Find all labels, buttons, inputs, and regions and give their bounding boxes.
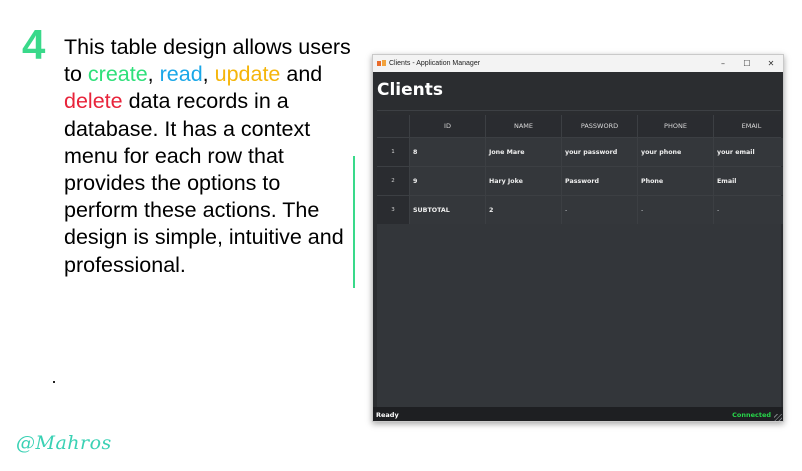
window-titlebar[interactable]: Clients - Application Manager – ☐ ✕ xyxy=(373,55,783,72)
status-bar: Ready Connected xyxy=(373,407,783,421)
step-number: 4 xyxy=(22,21,46,68)
header-panel: Clients xyxy=(373,72,783,110)
desc-part: , xyxy=(147,62,160,87)
desc-part: , xyxy=(202,62,215,87)
app-icon xyxy=(377,60,386,67)
window-title: Clients - Application Manager xyxy=(389,60,481,67)
table-cell[interactable]: - xyxy=(561,196,637,224)
table-corner[interactable] xyxy=(377,115,409,137)
keyword-update: update xyxy=(214,62,281,87)
table-row[interactable]: 2 9 Hary Joke Password Phone Email xyxy=(377,166,783,195)
desc-part: and xyxy=(280,62,323,87)
table-row[interactable]: 3 SUBTOTAL 2 - - - xyxy=(377,195,783,224)
table-cell[interactable]: Jone Mare xyxy=(485,138,561,166)
desc-part: data records in a database. It has a con… xyxy=(64,89,344,277)
column-header-id[interactable]: ID xyxy=(409,115,485,137)
resize-grip-icon[interactable] xyxy=(774,414,782,421)
table-header-row: ID NAME PASSWORD PHONE EMAIL xyxy=(377,115,781,137)
row-header[interactable]: 3 xyxy=(377,196,409,224)
keyword-create: create xyxy=(87,62,148,87)
close-button[interactable]: ✕ xyxy=(759,55,783,72)
accent-divider xyxy=(353,156,355,288)
table-cell[interactable]: 2 xyxy=(485,196,561,224)
row-header[interactable]: 1 xyxy=(377,138,409,166)
minimize-button[interactable]: – xyxy=(711,55,735,72)
table-cell[interactable]: Password xyxy=(561,167,637,195)
table-cell[interactable]: your phone xyxy=(637,138,713,166)
table-cell[interactable]: 9 xyxy=(409,167,485,195)
clients-table[interactable]: ID NAME PASSWORD PHONE EMAIL 1 8 Jone Ma… xyxy=(377,115,783,407)
table-cell[interactable]: your email xyxy=(713,138,783,166)
table-cell[interactable]: your password xyxy=(561,138,637,166)
row-header[interactable]: 2 xyxy=(377,167,409,195)
app-window: Clients - Application Manager – ☐ ✕ Clie… xyxy=(372,54,784,422)
page-title: Clients xyxy=(377,80,444,100)
column-header-email[interactable]: EMAIL xyxy=(713,115,783,137)
keyword-delete: delete xyxy=(64,89,123,114)
column-header-phone[interactable]: PHONE xyxy=(637,115,713,137)
table-cell[interactable]: SUBTOTAL xyxy=(409,196,485,224)
maximize-button[interactable]: ☐ xyxy=(735,55,759,72)
column-header-password[interactable]: PASSWORD xyxy=(561,115,637,137)
description-text: This table design allows users to create… xyxy=(64,34,354,279)
table-cell[interactable]: Phone xyxy=(637,167,713,195)
author-signature: @Mahros xyxy=(16,432,112,454)
stray-dot xyxy=(53,381,55,383)
table-cell[interactable]: 8 xyxy=(409,138,485,166)
table-row[interactable]: 1 8 Jone Mare your password your phone y… xyxy=(377,137,783,166)
table-cell[interactable]: - xyxy=(713,196,783,224)
status-ready: Ready xyxy=(376,411,399,419)
table-cell[interactable]: Email xyxy=(713,167,783,195)
table-cell[interactable]: Hary Joke xyxy=(485,167,561,195)
table-cell[interactable]: - xyxy=(637,196,713,224)
header-divider xyxy=(377,110,781,111)
keyword-read: read xyxy=(159,62,203,87)
column-header-name[interactable]: NAME xyxy=(485,115,561,137)
